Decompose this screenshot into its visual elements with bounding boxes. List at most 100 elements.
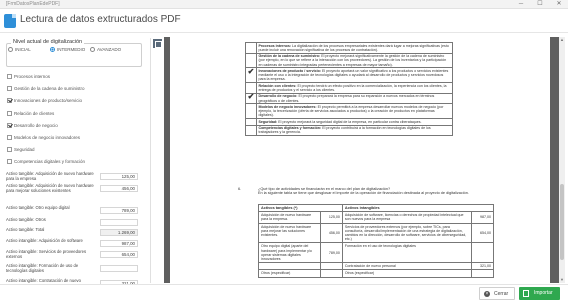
tangible-label: Otros (especificar) (258, 269, 321, 278)
investment-table: Activos tangibles (*) Activos intangible… (258, 203, 495, 278)
objective-text: El proyecto mejorará la seguridad digita… (278, 119, 422, 124)
import-icon (523, 290, 529, 297)
category-label: Relación de clientes (14, 110, 55, 116)
intangible-label: Otros (especificar) (341, 269, 473, 278)
intangible-label: Adquisición de software, licencias o der… (341, 211, 473, 224)
category-checkbox[interactable]: Modelos de negocio innovadores (7, 135, 80, 140)
amount-field-label: Activo tangible: Adquisición de nuevo ha… (6, 171, 94, 181)
checkbox-box[interactable] (7, 147, 12, 153)
level-radio-intermedio[interactable]: INTERMEDIO (50, 47, 85, 52)
pdf-page: Procesos internos: La digitalización de … (170, 37, 550, 283)
checkbox-box[interactable] (7, 159, 12, 165)
amount-field-label: Activo intangible: Servicios de proveedo… (6, 249, 87, 259)
pdf-document-icon (4, 14, 16, 28)
close-form-label: Cerrar (494, 291, 509, 297)
radio-indicator (8, 47, 13, 52)
page-thumbnails-icon[interactable] (153, 39, 162, 48)
level-radio-avanzado[interactable]: AVANZADO (90, 47, 121, 52)
close-form-button[interactable]: × Cerrar (479, 287, 515, 300)
category-checkbox[interactable]: Gestión de la cadena de suministro (7, 86, 85, 92)
category-checkbox[interactable]: Procesos internos (7, 74, 50, 79)
level-option-label: AVANZADO (97, 47, 122, 52)
check-mark-icon (245, 103, 257, 120)
amount-input[interactable]: 125,00 (100, 173, 138, 180)
category-label: Modelos de negocio innovadores (14, 135, 81, 140)
amount-field-label: Activo tangible: Adquisición de nuevo ha… (6, 183, 94, 193)
amount-field-label: Activo intangible: Adquisición de softwa… (6, 238, 83, 243)
checkbox-box[interactable] (7, 122, 12, 128)
category-checkbox[interactable]: Desarrollo de negocio (7, 122, 58, 128)
check-mark-icon (245, 124, 257, 137)
tangible-value: 789,00 (319, 242, 343, 264)
amount-input[interactable] (100, 265, 138, 272)
checkbox-box[interactable] (7, 86, 12, 92)
checkbox-box[interactable] (7, 110, 12, 116)
level-option-label: INTERMEDIO (57, 47, 86, 52)
amount-field-row: Activo intangible: Formación de uso de t… (6, 263, 138, 274)
scrollbar-thumb[interactable] (560, 184, 564, 260)
intangible-label: Contratación de nuevo personal (341, 262, 473, 271)
question-note: En la siguiente tabla se tiene que desgl… (258, 191, 469, 196)
intangible-value: 321,00 (471, 262, 494, 271)
objective-cell: Innovaciones de producto / servicio: El … (255, 67, 454, 84)
level-radio-inicial[interactable]: INICIAL (8, 47, 31, 52)
check-mark-icon (245, 52, 257, 69)
tangible-value: 456,00 (319, 222, 343, 244)
amount-input[interactable]: 789,00 (100, 207, 138, 214)
radio-indicator (50, 47, 55, 52)
objective-title: Seguridad: (258, 119, 278, 124)
tangible-label (258, 262, 321, 271)
app-title: Lectura de datos extructurados PDF (20, 14, 181, 25)
investment-row: Otros (especificar) Otros (especificar) (258, 269, 494, 278)
amount-field-label: Activo tangible: Otro equipo digital (6, 205, 70, 210)
objective-cell: Relación con clientes: El proyecto tendr… (255, 82, 454, 94)
intangible-value: 987,00 (471, 211, 494, 224)
category-checkbox[interactable]: Competencias digitales y formación (7, 159, 86, 165)
close-circle-icon: × (484, 291, 490, 297)
amount-field-row: Activo tangible: Otro equipo digital 789,… (6, 205, 138, 216)
amount-field-label: Activo tangible: Otros (6, 217, 46, 222)
scroll-down-icon[interactable]: ▼ (559, 277, 565, 283)
objective-cell: Modelos de negocio innovadores: El proye… (255, 103, 454, 120)
pdf-viewer[interactable]: Procesos internos: La digitalización de … (164, 37, 559, 283)
close-button[interactable]: ✕ (552, 0, 566, 9)
intangible-label: Servicios de proveedores externos (por e… (341, 222, 473, 244)
form-panel: Nivel actual de digitalización INICIAL IN… (0, 34, 150, 284)
category-checkbox[interactable]: Seguridad (7, 147, 35, 153)
amount-field-label: Activo intangible: Contratación de nuevo (6, 278, 81, 283)
maximize-button[interactable]: ☐ (533, 0, 547, 9)
category-label: Innovaciones de producto/servicio (14, 98, 83, 104)
amount-input[interactable]: 987,00 (100, 240, 138, 247)
amount-field-row: Activo tangible: Adquisición de nuevo ha… (6, 171, 138, 182)
objective-row: ✔ Desarrollo de negocio: El proyecto prep… (245, 92, 454, 105)
objective-cell: Procesos internos: La digitalización de … (255, 42, 454, 54)
scroll-up-icon[interactable]: ▲ (559, 37, 565, 43)
import-label: Importar (534, 290, 553, 296)
category-checkbox[interactable]: Relación de clientes (7, 110, 55, 116)
objective-row: Gestión de la cadena de suministro: El p… (245, 52, 454, 69)
amount-field-row: Activo intangible: Adquisición de softwa… (6, 238, 138, 249)
tangible-value (319, 269, 343, 278)
objective-cell: Gestión de la cadena de suministro: El p… (255, 52, 454, 69)
amount-field-row: Activo tangible: Adquisición de nuevo ha… (6, 183, 138, 194)
digitalization-level-label: Nivel actual de digitalización (11, 39, 85, 45)
check-mark-icon: ✔ (245, 92, 257, 105)
panel-splitter[interactable] (150, 38, 151, 283)
checkbox-box[interactable] (7, 98, 12, 104)
objective-row: ✔ Innovaciones de producto / servicio: El… (245, 67, 454, 84)
objective-row: Relación con clientes: El proyecto tendr… (245, 82, 454, 94)
amount-input[interactable] (100, 219, 138, 226)
import-button[interactable]: Importar (519, 287, 560, 300)
objective-row: Competencias digitales y formación: El p… (245, 124, 454, 137)
tangible-value: 125,00 (319, 211, 343, 224)
checkbox-box[interactable] (7, 135, 12, 140)
minimize-button[interactable]: ─ (514, 0, 528, 9)
viewer-scrollbar[interactable]: ▲ ▼ (559, 37, 565, 283)
checkbox-box[interactable] (7, 74, 12, 79)
investment-row: Adquisición de nuevo hardware para mejor… (258, 222, 494, 244)
check-mark-icon (245, 42, 257, 54)
amount-input[interactable]: 456,00 (100, 185, 138, 192)
category-checkbox[interactable]: Innovaciones de producto/servicio (7, 98, 83, 104)
category-label: Competencias digitales y formación (14, 159, 86, 165)
amount-input[interactable]: 654,00 (100, 251, 138, 258)
